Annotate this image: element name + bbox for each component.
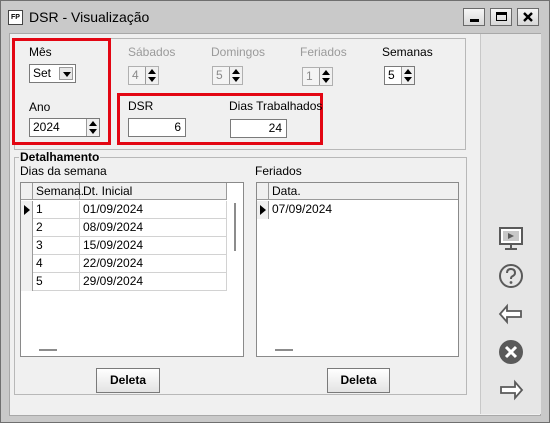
col-header-semana[interactable]: Semana.: [33, 183, 84, 200]
weeks-grid[interactable]: Semana. Dt. Inicial 1 01/09/2024 2 08/09…: [20, 182, 244, 357]
row-indicator-header: [257, 183, 269, 200]
cell-semana[interactable]: 1: [33, 201, 80, 219]
cell-dt-inicial[interactable]: 15/09/2024: [80, 237, 227, 255]
row-indicator: [21, 219, 33, 237]
table-row[interactable]: 1 01/09/2024: [21, 201, 227, 219]
row-indicator: [21, 255, 33, 273]
table-row[interactable]: 4 22/09/2024: [21, 255, 227, 273]
feriados-label: Feriados: [300, 45, 347, 59]
row-indicator-header: [21, 183, 33, 200]
cell-semana[interactable]: 4: [33, 255, 80, 273]
window-title: DSR - Visualização: [29, 9, 150, 25]
cancel-icon[interactable]: [497, 338, 525, 366]
forward-arrow-icon[interactable]: [497, 376, 525, 404]
cell-semana[interactable]: 2: [33, 219, 80, 237]
title-bar: FP DSR - Visualização: [1, 1, 549, 33]
spin-arrows-icon[interactable]: [319, 68, 332, 85]
cell-dt-inicial[interactable]: 22/09/2024: [80, 255, 227, 273]
maximize-icon: [496, 12, 507, 21]
table-row[interactable]: 07/09/2024: [257, 201, 458, 219]
client-area: Mês Set Ano 2024 Sábados 4 Domingos 5 Fe…: [9, 33, 541, 416]
holidays-grid-header: Data.: [257, 183, 458, 200]
feriados-value: 1: [306, 69, 313, 83]
sabados-spinner[interactable]: 4: [128, 66, 159, 85]
delete-week-button[interactable]: Deleta: [96, 368, 160, 393]
vertical-scrollbar[interactable]: [234, 203, 236, 251]
holidays-grid[interactable]: Data. 07/09/2024: [256, 182, 459, 357]
weeks-grid-header: Semana. Dt. Inicial: [21, 183, 227, 200]
col-header-data[interactable]: Data.: [269, 183, 458, 200]
ano-value: 2024: [33, 120, 60, 134]
close-button[interactable]: [517, 8, 539, 26]
table-row[interactable]: 3 15/09/2024: [21, 237, 227, 255]
dsr-label: DSR: [128, 99, 154, 113]
back-arrow-icon[interactable]: [497, 300, 525, 328]
dsr-window: FP DSR - Visualização Mês Set Ano 2024 S…: [0, 0, 550, 423]
table-row[interactable]: 2 08/09/2024: [21, 219, 227, 237]
col-header-dt-inicial[interactable]: Dt. Inicial: [80, 183, 227, 200]
domingos-spinner[interactable]: 5: [212, 66, 243, 85]
dsr-field[interactable]: 6: [128, 118, 186, 137]
horizontal-scrollbar[interactable]: [39, 349, 57, 351]
spin-arrows-icon[interactable]: [229, 67, 242, 84]
action-sidebar: [480, 34, 541, 414]
cell-dt-inicial[interactable]: 01/09/2024: [80, 201, 227, 219]
detalhamento-title: Detalhamento: [19, 150, 101, 164]
domingos-label: Domingos: [211, 45, 266, 59]
mes-value: Set: [33, 66, 52, 80]
semanas-spinner[interactable]: 5: [384, 66, 415, 85]
minimize-icon: [470, 19, 479, 22]
spin-arrows-icon[interactable]: [86, 119, 99, 136]
sabados-value: 4: [132, 68, 139, 82]
ano-label: Ano: [29, 100, 51, 114]
ano-spinner[interactable]: 2024: [29, 118, 100, 137]
current-row-icon: [21, 201, 33, 219]
mes-select[interactable]: Set: [29, 64, 76, 83]
dias-trabalhados-label: Dias Trabalhados: [229, 99, 323, 113]
chevron-down-icon[interactable]: [59, 67, 73, 80]
current-row-icon: [257, 201, 269, 219]
sabados-label: Sábados: [128, 45, 176, 59]
close-icon: [523, 12, 533, 22]
spin-arrows-icon[interactable]: [145, 67, 158, 84]
cell-semana[interactable]: 5: [33, 273, 80, 291]
feriados-grid-label: Feriados: [255, 164, 302, 178]
cell-dt-inicial[interactable]: 29/09/2024: [80, 273, 227, 291]
minimize-button[interactable]: [463, 8, 485, 26]
row-indicator: [21, 237, 33, 255]
dias-semana-label: Dias da semana: [20, 164, 107, 178]
semanas-label: Semanas: [382, 45, 433, 59]
table-row[interactable]: 5 29/09/2024: [21, 273, 227, 291]
delete-holiday-button[interactable]: Deleta: [327, 368, 390, 393]
app-icon: FP: [8, 10, 23, 25]
spin-arrows-icon[interactable]: [401, 67, 414, 84]
cell-dt-inicial[interactable]: 08/09/2024: [80, 219, 227, 237]
cell-data[interactable]: 07/09/2024: [269, 201, 458, 219]
domingos-value: 5: [216, 68, 223, 82]
horizontal-scrollbar[interactable]: [275, 349, 293, 351]
row-indicator: [21, 273, 33, 291]
semanas-value: 5: [388, 68, 395, 82]
mes-label: Mês: [29, 45, 52, 59]
dias-trabalhados-field[interactable]: 24: [230, 119, 287, 138]
screen-icon[interactable]: [497, 225, 525, 253]
feriados-spinner[interactable]: 1: [302, 67, 333, 86]
cell-semana[interactable]: 3: [33, 237, 80, 255]
maximize-button[interactable]: [490, 8, 512, 26]
help-icon[interactable]: [497, 262, 525, 290]
